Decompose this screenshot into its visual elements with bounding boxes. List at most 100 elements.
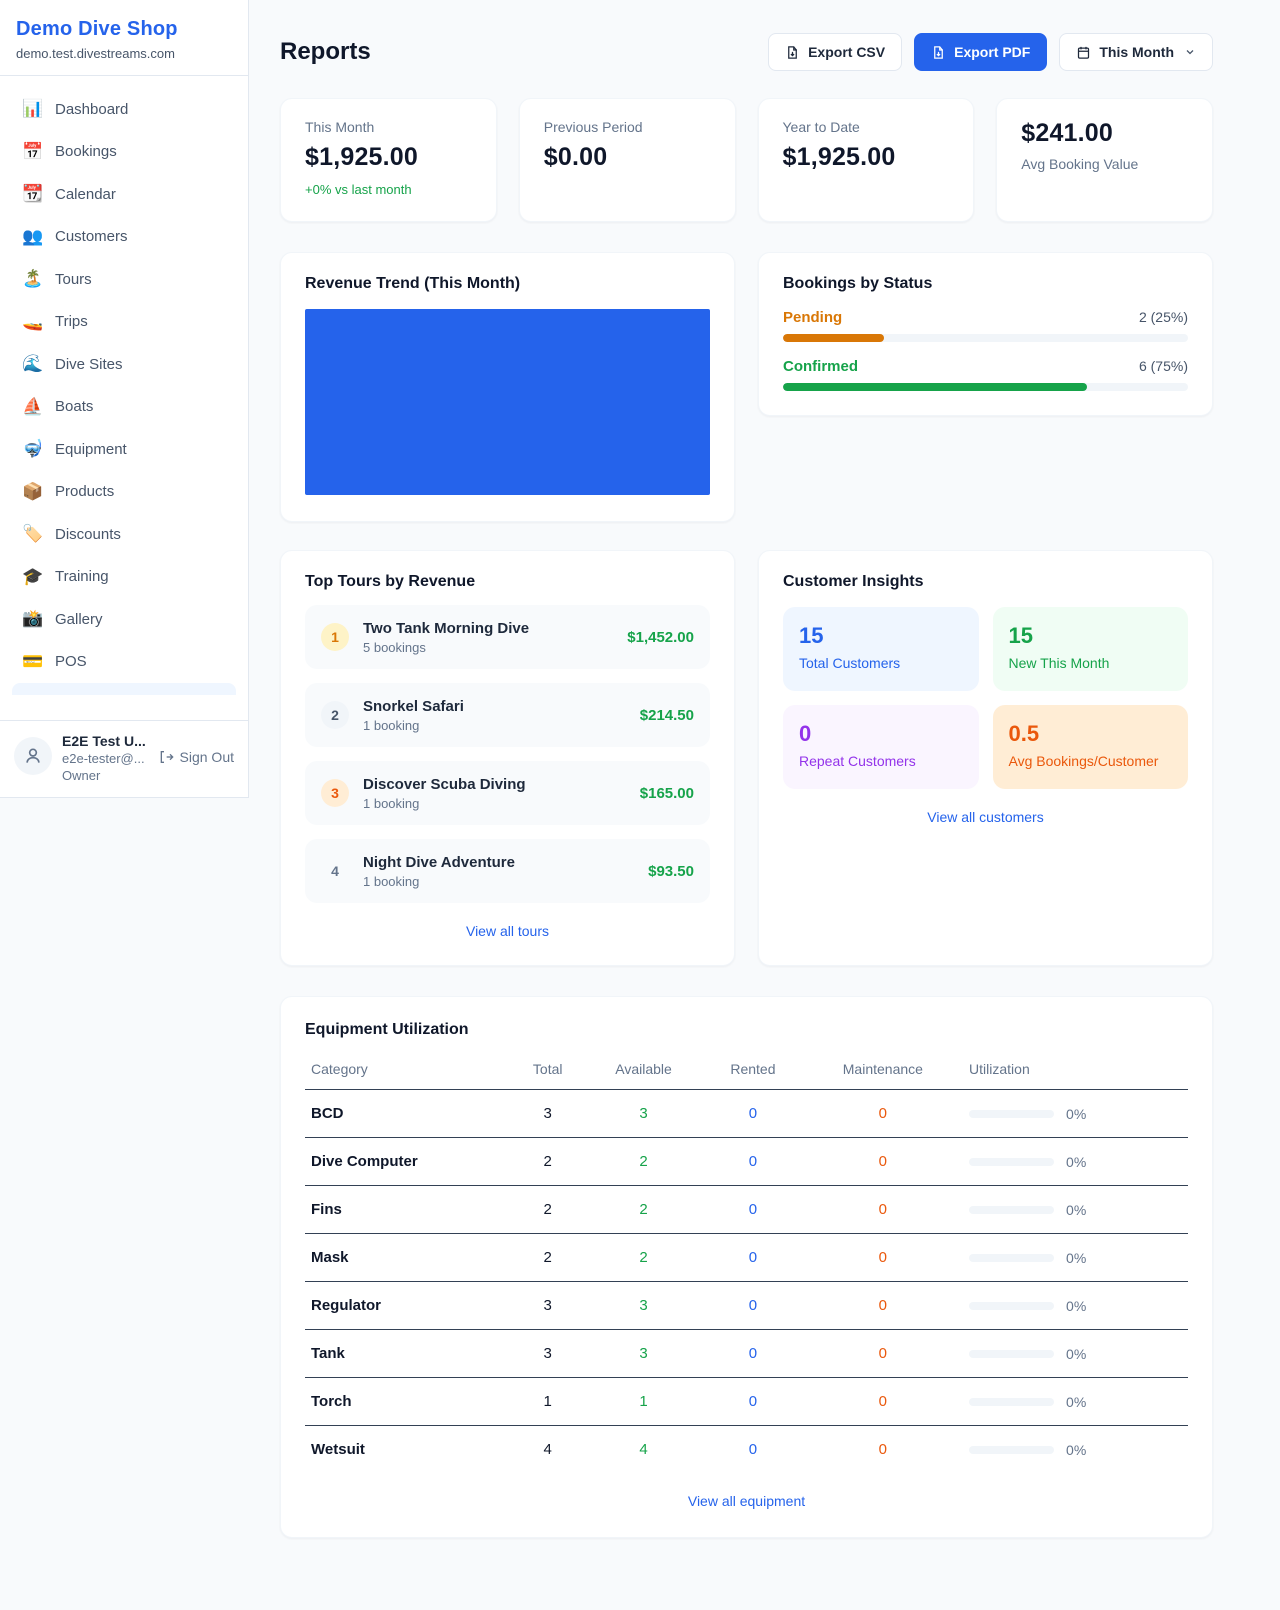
sidebar-item-label: Customers [55, 228, 128, 245]
wave-icon: 🌊 [22, 354, 42, 374]
tour-row: 1 Two Tank Morning Dive 5 bookings $1,45… [305, 605, 710, 669]
file-export-icon [931, 45, 946, 60]
tour-bookings: 1 booking [363, 718, 626, 733]
status-count: 2 (25%) [1139, 309, 1188, 325]
sidebar-item-pos[interactable]: 💳 POS [10, 641, 238, 684]
sidebar-item-bookings[interactable]: 📅 Bookings [10, 131, 238, 174]
sidebar-item-equipment[interactable]: 🤿 Equipment [10, 428, 238, 471]
cell-category: Tank [305, 1330, 512, 1378]
col-utilization: Utilization [963, 1053, 1188, 1090]
utilization-percent: 0% [1066, 1106, 1086, 1122]
col-rented: Rented [703, 1053, 802, 1090]
page-title: Reports [280, 38, 371, 66]
utilization-percent: 0% [1066, 1154, 1086, 1170]
insight-tile-new-this-month: 15 New This Month [993, 607, 1189, 691]
sidebar-item-gallery[interactable]: 📸 Gallery [10, 598, 238, 641]
sailboat-icon: ⛵ [22, 397, 42, 417]
sidebar-item-reports-partial[interactable] [12, 683, 236, 695]
table-row: Wetsuit 4 4 0 0 0% [305, 1426, 1188, 1474]
table-row: Mask 2 2 0 0 0% [305, 1234, 1188, 1282]
insight-label: Repeat Customers [799, 753, 963, 769]
diving-mask-icon: 🤿 [22, 439, 42, 459]
sidebar-item-label: Discounts [55, 526, 121, 543]
sidebar-item-dive-sites[interactable]: 🌊 Dive Sites [10, 343, 238, 386]
insight-label: Total Customers [799, 655, 963, 671]
export-pdf-button[interactable]: Export PDF [914, 33, 1047, 71]
export-csv-button[interactable]: Export CSV [768, 33, 902, 71]
stat-card-year-to-date: Year to Date $1,925.00 [758, 98, 975, 222]
col-total: Total [512, 1053, 584, 1090]
package-icon: 📦 [22, 482, 42, 502]
utilization-percent: 0% [1066, 1202, 1086, 1218]
export-pdf-label: Export PDF [954, 44, 1030, 60]
status-label: Pending [783, 309, 842, 326]
sidebar-item-dashboard[interactable]: 📊 Dashboard [10, 88, 238, 131]
equipment-utilization-title: Equipment Utilization [305, 1021, 1188, 1039]
utilization-bar [969, 1254, 1054, 1262]
file-export-icon [785, 45, 800, 60]
sidebar: Demo Dive Shop demo.test.divestreams.com… [0, 0, 249, 798]
status-row-confirmed: Confirmed 6 (75%) [783, 358, 1188, 391]
sidebar-item-calendar[interactable]: 📆 Calendar [10, 173, 238, 216]
stat-card-avg-booking-value: $241.00 Avg Booking Value [996, 98, 1213, 222]
sign-out-button[interactable]: Sign Out [158, 749, 234, 765]
stat-value: $1,925.00 [783, 143, 950, 172]
stat-value: $241.00 [1021, 119, 1188, 148]
tour-row: 3 Discover Scuba Diving 1 booking $165.0… [305, 761, 710, 825]
sidebar-item-discounts[interactable]: 🏷️ Discounts [10, 513, 238, 556]
view-all-tours-link[interactable]: View all tours [466, 923, 549, 939]
status-label: Confirmed [783, 358, 858, 375]
sidebar-item-label: Equipment [55, 441, 127, 458]
status-bar-track [783, 334, 1188, 342]
sidebar-item-label: Boats [55, 398, 93, 415]
person-icon [23, 746, 43, 766]
view-all-customers-link[interactable]: View all customers [927, 809, 1043, 825]
avatar [14, 737, 52, 775]
tour-bookings: 1 booking [363, 796, 626, 811]
view-all-equipment-link[interactable]: View all equipment [688, 1493, 805, 1509]
main-content: Reports Export CSV Export PDF [280, 33, 1213, 1578]
cell-utilization: 0% [963, 1186, 1188, 1234]
cell-rented: 0 [703, 1378, 802, 1426]
sidebar-item-trips[interactable]: 🚤 Trips [10, 301, 238, 344]
graduation-cap-icon: 🎓 [22, 567, 42, 587]
stat-delta: +0% vs last month [305, 182, 472, 197]
sidebar-item-training[interactable]: 🎓 Training [10, 556, 238, 599]
sidebar-item-products[interactable]: 📦 Products [10, 471, 238, 514]
period-dropdown[interactable]: This Month [1059, 33, 1213, 71]
cell-total: 1 [512, 1378, 584, 1426]
insights-grid: 15 Total Customers 15 New This Month 0 R… [783, 607, 1188, 789]
cell-utilization: 0% [963, 1234, 1188, 1282]
cell-available: 1 [584, 1378, 703, 1426]
table-row: Torch 1 1 0 0 0% [305, 1378, 1188, 1426]
period-selected-value: This Month [1099, 44, 1174, 60]
table-row: Fins 2 2 0 0 0% [305, 1186, 1188, 1234]
sidebar-item-customers[interactable]: 👥 Customers [10, 216, 238, 259]
sidebar-item-tours[interactable]: 🏝️ Tours [10, 258, 238, 301]
sidebar-nav: 📊 Dashboard 📅 Bookings 📆 Calendar 👥 Cust… [0, 76, 248, 720]
calendar-outline-icon [1076, 45, 1091, 60]
user-role: Owner [62, 768, 148, 783]
sidebar-item-label: POS [55, 653, 87, 670]
cell-maintenance: 0 [803, 1378, 963, 1426]
insight-tile-total-customers: 15 Total Customers [783, 607, 979, 691]
status-bar-fill [783, 334, 884, 342]
cell-total: 2 [512, 1234, 584, 1282]
tour-name: Two Tank Morning Dive [363, 620, 613, 637]
sidebar-item-label: Bookings [55, 143, 117, 160]
cell-rented: 0 [703, 1138, 802, 1186]
cell-available: 2 [584, 1138, 703, 1186]
user-email: e2e-tester@... [62, 751, 148, 766]
status-count: 6 (75%) [1139, 358, 1188, 374]
user-name: E2E Test U... [62, 733, 148, 749]
bookings-by-status-title: Bookings by Status [783, 275, 1188, 293]
utilization-bar [969, 1446, 1054, 1454]
cell-maintenance: 0 [803, 1282, 963, 1330]
dashboard-icon: 📊 [22, 99, 42, 119]
bookings-calendar-icon: 📅 [22, 142, 42, 162]
cell-rented: 0 [703, 1090, 802, 1138]
tour-name: Night Dive Adventure [363, 854, 634, 871]
utilization-percent: 0% [1066, 1346, 1086, 1362]
sidebar-item-boats[interactable]: ⛵ Boats [10, 386, 238, 429]
utilization-percent: 0% [1066, 1442, 1086, 1458]
